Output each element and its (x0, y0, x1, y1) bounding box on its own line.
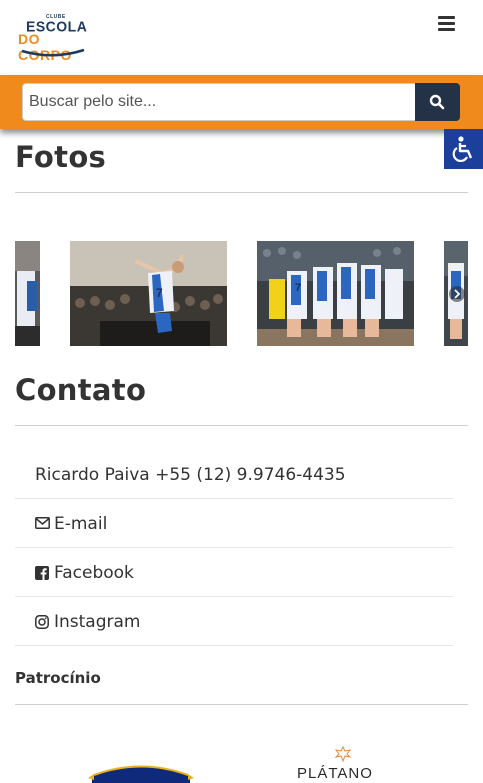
contact-phone: Ricardo Paiva +55 (12) 9.9746-4435 (15, 450, 453, 499)
contact-instagram-link[interactable]: Instagram (15, 597, 453, 646)
search-button[interactable] (415, 83, 460, 121)
sponsor-logo-flor-de-ype[interactable] (86, 762, 196, 783)
search-icon (429, 94, 445, 110)
svg-text:7: 7 (156, 286, 163, 300)
logo-swoosh-icon (21, 48, 85, 57)
gallery-photo[interactable]: 7 (70, 241, 227, 346)
contact-divider (15, 425, 468, 426)
photos-divider (15, 192, 468, 193)
leaf-icon (334, 746, 352, 762)
hamburger-icon[interactable] (438, 16, 455, 31)
svg-text:7: 7 (295, 282, 301, 294)
gallery-photo[interactable]: 7 (257, 241, 414, 346)
logo-line-do-corpo: DO CORPO (18, 31, 72, 63)
contact-facebook-link[interactable]: Facebook (15, 548, 453, 597)
gallery-photo[interactable] (15, 241, 40, 346)
instagram-icon (35, 615, 49, 629)
wheelchair-icon (452, 136, 473, 162)
accessibility-button[interactable] (444, 129, 483, 169)
facebook-icon (35, 566, 49, 580)
sponsors-section-title: Patrocínio (15, 669, 101, 687)
platano-wordmark: PLÁTANO (297, 765, 373, 782)
sponsors-divider (15, 704, 468, 705)
carousel-next-button[interactable] (449, 286, 465, 302)
contact-instagram-label: Instagram (54, 612, 141, 632)
envelope-icon (35, 517, 50, 529)
search-bar (0, 75, 483, 129)
site-header: CLUBE ESCOLA DO CORPO (0, 0, 483, 75)
chevron-right-icon (454, 289, 461, 299)
contact-email-link[interactable]: E-mail (15, 499, 453, 548)
contact-facebook-label: Facebook (54, 563, 134, 583)
sponsor-logo-platano[interactable]: PLÁTANO (297, 746, 389, 783)
contact-email-label: E-mail (54, 514, 108, 534)
clube-escola-do-corpo-logo[interactable]: CLUBE ESCOLA DO CORPO (18, 14, 88, 63)
contact-phone-label: Ricardo Paiva +55 (12) 9.9746-4435 (35, 465, 346, 485)
search-input[interactable] (22, 83, 416, 121)
photos-section-title: Fotos (15, 140, 107, 174)
contact-section-title: Contato (15, 373, 147, 407)
